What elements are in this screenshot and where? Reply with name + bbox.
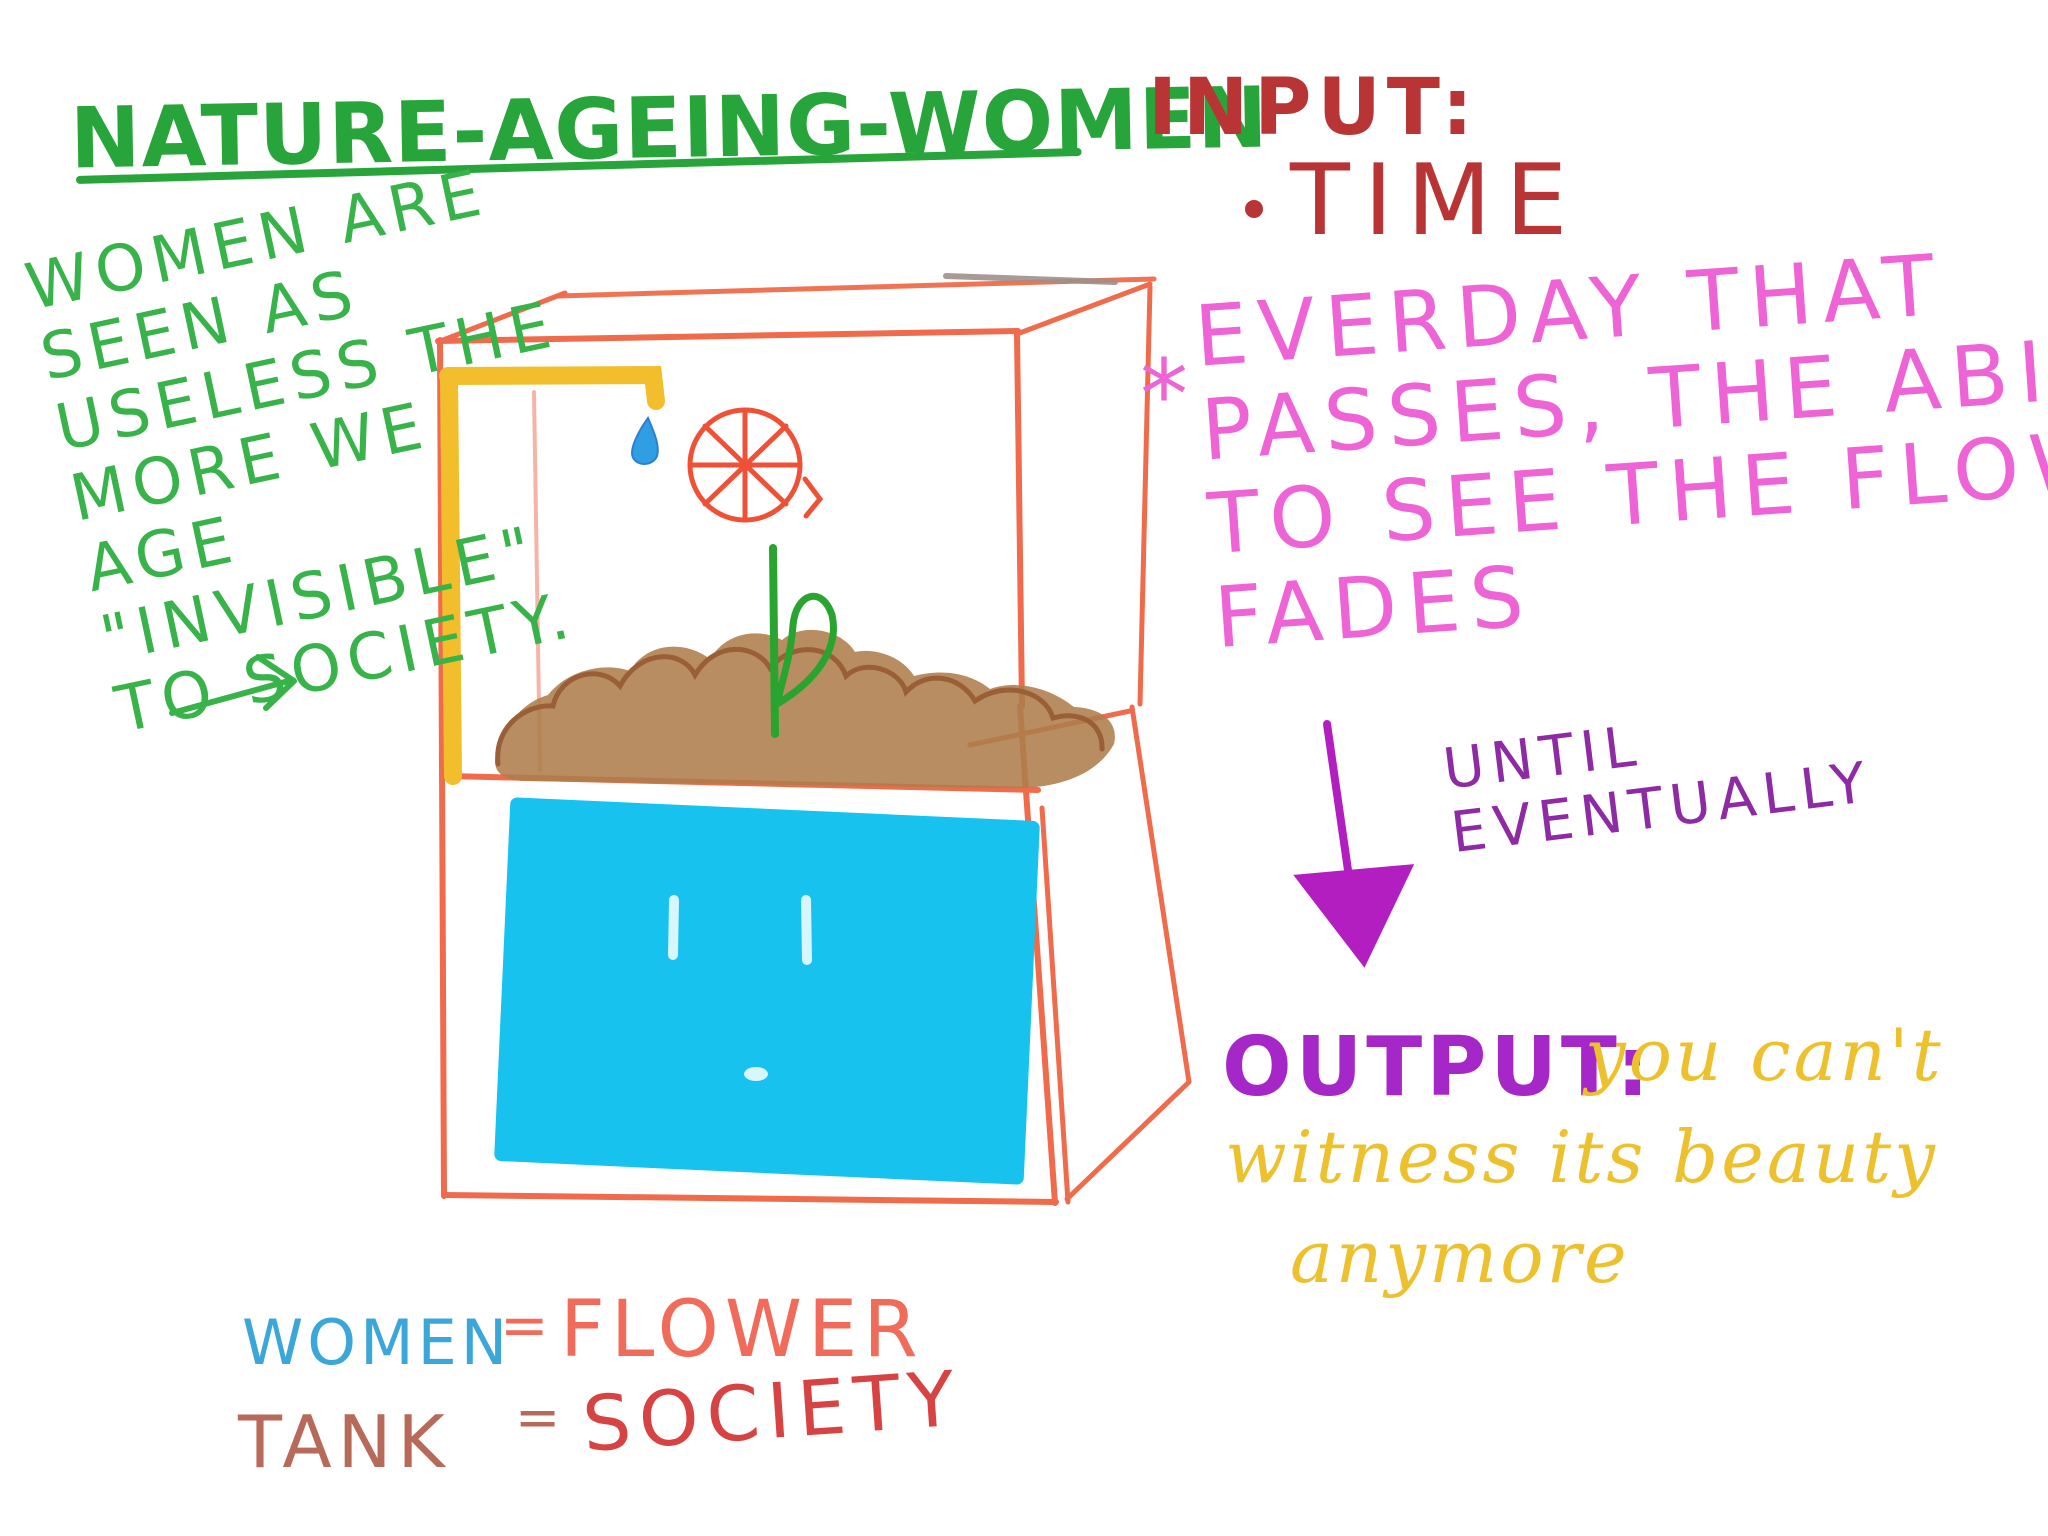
tank-back-top-grey-edge bbox=[943, 273, 1118, 285]
tank-front-right-upper bbox=[1014, 331, 1025, 709]
tank-right-top-diagonal bbox=[1014, 281, 1153, 337]
legend-equal-sign: = bbox=[500, 1291, 553, 1359]
tank-right-lower-back-edge bbox=[1064, 704, 1192, 1202]
water-eye-left bbox=[668, 895, 679, 960]
water-mouth bbox=[744, 1067, 768, 1081]
pink-note: EVERDAY THAT PASSES, THE ABILITY TO SEE … bbox=[1192, 218, 2048, 667]
water-drop-icon bbox=[630, 415, 659, 465]
flower-icon bbox=[687, 407, 824, 523]
pink-note-marker: * bbox=[1140, 339, 1192, 451]
input-item-time: TIME bbox=[1290, 144, 1582, 258]
water-eye-right bbox=[801, 895, 812, 965]
water-body bbox=[494, 797, 1040, 1185]
legend-equal-sign: = bbox=[515, 1386, 565, 1449]
input-bullet bbox=[1245, 200, 1263, 218]
tank-right-inner-edge bbox=[1039, 805, 1071, 1205]
arrow-down-head bbox=[1293, 864, 1415, 968]
input-label: INPUT: bbox=[1148, 63, 1479, 153]
legend-tank: TANK bbox=[238, 1400, 451, 1484]
legend-women: WOMEN bbox=[242, 1306, 512, 1379]
tank-front-bottom bbox=[441, 1192, 1059, 1205]
output-text-line: anymore bbox=[1290, 1215, 1630, 1299]
output-text-line: witness its beauty bbox=[1225, 1115, 1938, 1199]
output-text-line: you can't bbox=[1585, 1013, 1944, 1097]
left-note: WOMEN ARE SEEN AS USELESS THE MORE WE AG… bbox=[20, 149, 624, 748]
